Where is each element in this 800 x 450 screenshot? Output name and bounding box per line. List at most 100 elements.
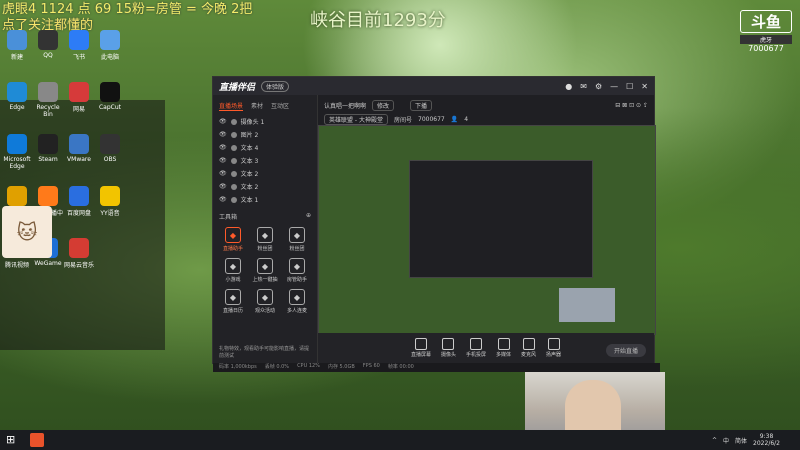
stream-preview[interactable] [318,125,656,335]
monitor-icon [7,30,27,50]
tool-button[interactable]: ◆ 直播日历 [217,289,249,314]
version-pill[interactable]: 体验版 [261,80,290,92]
edge2-desktop-shortcut[interactable]: Microsoft Edge [2,134,32,170]
tool-label: 观众活动 [254,308,275,314]
tool-icon: ◆ [289,289,305,305]
desktop-shortcut-label: 新建 [10,54,23,61]
tool-button[interactable]: ◆ 粉丝团 [249,227,281,252]
tool-button[interactable]: ◆ 小游戏 [217,258,249,283]
lock-icon[interactable] [230,144,237,151]
scene-item[interactable]: 👁 摄像头 1 [213,115,317,128]
netease-desktop-shortcut[interactable]: 网易 [64,82,94,113]
tool-label: 直播日历 [222,308,243,314]
system-tray: ^ 中 简体 9:38 2022/6/2 [712,433,800,447]
tool-button[interactable]: ◆ 房管助手 [281,258,313,283]
source-button[interactable]: 扬声器 [546,338,561,358]
tool-button[interactable]: ◆ 上热一键抽 [249,258,281,283]
message-icon[interactable]: ✉ [580,82,587,91]
minimize-icon[interactable]: — [610,82,618,91]
tab-materials[interactable]: 素材 [251,101,263,111]
monitor-desktop-shortcut[interactable]: 新建 [2,30,32,61]
baidu-desktop-shortcut[interactable]: 百度网盘 [64,186,94,217]
source-button[interactable]: 手机投屏 [466,338,486,358]
end-stream-button[interactable]: 下播 [410,100,433,111]
windows-start-icon[interactable]: ⊞ [6,433,20,447]
clock[interactable]: 9:38 2022/6/2 [753,433,780,447]
qq-desktop-shortcut[interactable]: QQ [33,30,63,59]
source-label: 直播屏幕 [410,352,431,358]
edit-title-button[interactable]: 修改 [372,100,395,111]
visibility-eye-icon[interactable]: 👁 [219,170,227,177]
tool-label: 粉丝团 [257,246,273,252]
tool-button[interactable]: ◆ 多人连麦 [281,289,313,314]
lock-icon[interactable] [230,131,237,138]
tray-chevron-icon[interactable]: ^ [712,437,717,444]
visibility-eye-icon[interactable]: 👁 [219,183,227,190]
tab-interaction[interactable]: 互动区 [271,101,289,111]
scene-item[interactable]: 👁 图片 2 [213,128,317,141]
tab-scenes[interactable]: 直播场景 [219,101,244,111]
visibility-eye-icon[interactable]: 👁 [219,131,227,138]
title-bar: 直播伴侣 体验版 ● ✉ ⚙ — ☐ ✕ [213,77,654,95]
feishu-desktop-shortcut[interactable]: 飞书 [64,30,94,61]
recycle-icon [38,82,58,102]
tool-button[interactable]: ◆ 观众活动 [249,289,281,314]
source-icon [442,338,455,350]
start-stream-button[interactable]: 开始直播 [605,344,646,357]
obs-desktop-shortcut[interactable]: OBS [95,134,125,163]
scene-item[interactable]: 👁 文本 3 [213,154,317,167]
lock-icon[interactable] [230,183,237,190]
visibility-eye-icon[interactable]: 👁 [219,196,227,203]
recycle-desktop-shortcut[interactable]: Recycle Bin [33,82,63,118]
source-icon [522,338,535,350]
category-select[interactable]: 英雄联盟 - 大神殿堂 [324,114,388,125]
visibility-eye-icon[interactable]: 👁 [219,157,227,164]
lock-icon[interactable] [230,157,237,164]
capcut-desktop-shortcut[interactable]: CapCut [95,82,125,111]
tool-icon: ◆ [225,258,241,274]
scene-item[interactable]: 👁 文本 4 [213,141,317,154]
source-button[interactable]: 麦克风 [521,338,536,358]
tool-button[interactable]: ◆ 直播助手 [217,227,249,252]
scene-item[interactable]: 👁 文本 1 [213,193,317,206]
toolbox-expand-icon[interactable]: ⊕ [306,212,311,221]
score-overlay: 峡谷目前1293分 [310,10,446,31]
status-item: 帧率 00:00 [387,364,414,370]
source-button[interactable]: 多媒体 [496,338,511,358]
scene-item-label: 文本 2 [240,184,259,191]
source-label: 麦克风 [521,352,537,358]
lock-icon[interactable] [230,118,237,125]
visibility-eye-icon[interactable]: 👁 [219,118,227,125]
source-icon [414,338,427,350]
music-desktop-shortcut[interactable]: 网易云音乐 [64,238,94,269]
language-indicator[interactable]: 简体 [735,436,747,445]
scene-item[interactable]: 👁 文本 2 [213,180,317,193]
vm-desktop-shortcut[interactable]: VMware [64,134,94,163]
toolbar-icons[interactable]: ⊟ ⊠ ⊡ ⊙ ⇪ [615,102,648,109]
lock-icon[interactable] [230,170,237,177]
close-icon[interactable]: ✕ [641,82,648,91]
live-companion-window: 直播伴侣 体验版 ● ✉ ⚙ — ☐ ✕ 直播场景 素材 互动区 👁 摄像头 1 👁… [212,76,660,372]
yy-desktop-shortcut[interactable]: YY语音 [95,186,125,217]
desktop-shortcut-label: VMware [67,156,91,163]
source-button[interactable]: 摄像头 [441,338,456,358]
pc-desktop-shortcut[interactable]: 此电脑 [95,30,125,61]
source-button[interactable]: 直播屏幕 [411,338,431,358]
steam-desktop-shortcut[interactable]: Steam [33,134,63,163]
source-label: 扬声器 [546,352,562,358]
settings-icon[interactable]: ⚙ [595,82,602,91]
scene-item[interactable]: 👁 文本 2 [213,167,317,180]
room-number: 7000677 [418,116,445,123]
edge-desktop-shortcut[interactable]: Edge [2,82,32,111]
netease-icon [69,82,89,102]
desktop-shortcut-label: Edge [9,104,25,111]
user-avatar-icon[interactable]: ● [565,82,572,91]
bottom-toolbar: 直播屏幕 摄像头 手机投屏 多媒体 麦克风 扬声器 [318,333,654,363]
taskbar-app-icon[interactable] [30,433,44,447]
ime-indicator[interactable]: 中 [723,436,729,445]
visibility-eye-icon[interactable]: 👁 [219,144,227,151]
tool-button[interactable]: ◆ 粉丝团 [281,227,313,252]
maximize-icon[interactable]: ☐ [626,82,633,91]
lock-icon[interactable] [230,196,237,203]
tool-icon: ◆ [289,258,305,274]
